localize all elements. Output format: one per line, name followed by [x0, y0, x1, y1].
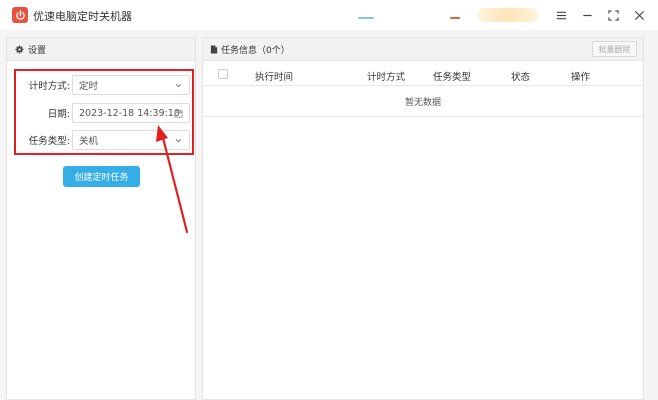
power-icon — [12, 7, 28, 23]
chevron-down-icon — [174, 81, 183, 90]
timing-mode-value: 定时 — [79, 81, 99, 92]
settings-panel: 设置 计时方式: 定时 日期: 2023-12-18 14:39:10 任务类型… — [6, 37, 196, 400]
select-all-checkbox[interactable] — [218, 69, 228, 79]
bulk-delete-button[interactable]: 批量删除 — [592, 41, 637, 57]
date-row: 日期: 2023-12-18 14:39:10 — [16, 102, 192, 124]
settings-panel-header: 设置 — [7, 38, 195, 61]
close-icon[interactable] — [630, 6, 648, 24]
column-header[interactable]: 状态 — [511, 69, 530, 83]
menu-icon[interactable] — [552, 6, 570, 24]
task-panel-title: 任务信息（0个） — [221, 45, 290, 56]
task-panel-header: 任务信息（0个） 批量删除 — [203, 38, 643, 61]
column-header[interactable]: 任务类型 — [433, 69, 471, 83]
timing-mode-select[interactable]: 定时 — [72, 75, 190, 95]
create-task-button[interactable]: 创建定时任务 — [63, 166, 140, 187]
title-bar: 优速电脑定时关机器 — [0, 0, 658, 30]
chevron-down-icon — [174, 136, 183, 145]
document-icon — [210, 44, 218, 54]
toolbar-decoration — [358, 17, 374, 19]
gear-icon — [15, 44, 24, 54]
settings-panel-title: 设置 — [28, 45, 47, 56]
task-type-value: 关机 — [79, 136, 99, 147]
minimize-icon[interactable] — [578, 6, 596, 24]
date-value: 2023-12-18 14:39:10 — [79, 107, 180, 119]
empty-state: 暂无数据 — [203, 87, 643, 117]
date-label: 日期: — [47, 109, 70, 120]
task-type-select[interactable]: 关机 — [72, 130, 190, 150]
task-panel: 任务信息（0个） 批量删除 执行时间 计时方式 任务类型 状态 操作 暂无数据 — [202, 37, 644, 400]
column-header[interactable]: 操作 — [571, 69, 590, 83]
task-type-label: 任务类型: — [28, 136, 70, 147]
timing-mode-label: 计时方式: — [28, 81, 70, 92]
task-type-row: 任务类型: 关机 — [16, 129, 192, 151]
column-header[interactable]: 执行时间 — [255, 69, 293, 83]
highlight-box: 计时方式: 定时 日期: 2023-12-18 14:39:10 任务类型: 关… — [14, 69, 194, 155]
app-title: 优速电脑定时关机器 — [33, 10, 132, 23]
timing-mode-row: 计时方式: 定时 — [16, 74, 192, 96]
toolbar-decoration — [450, 17, 460, 19]
column-header[interactable]: 计时方式 — [367, 69, 405, 83]
promo-banner[interactable] — [478, 8, 538, 22]
calendar-icon[interactable] — [174, 109, 183, 118]
table-header: 执行时间 计时方式 任务类型 状态 操作 — [203, 62, 643, 86]
date-input[interactable]: 2023-12-18 14:39:10 — [72, 103, 190, 123]
maximize-icon[interactable] — [604, 6, 622, 24]
